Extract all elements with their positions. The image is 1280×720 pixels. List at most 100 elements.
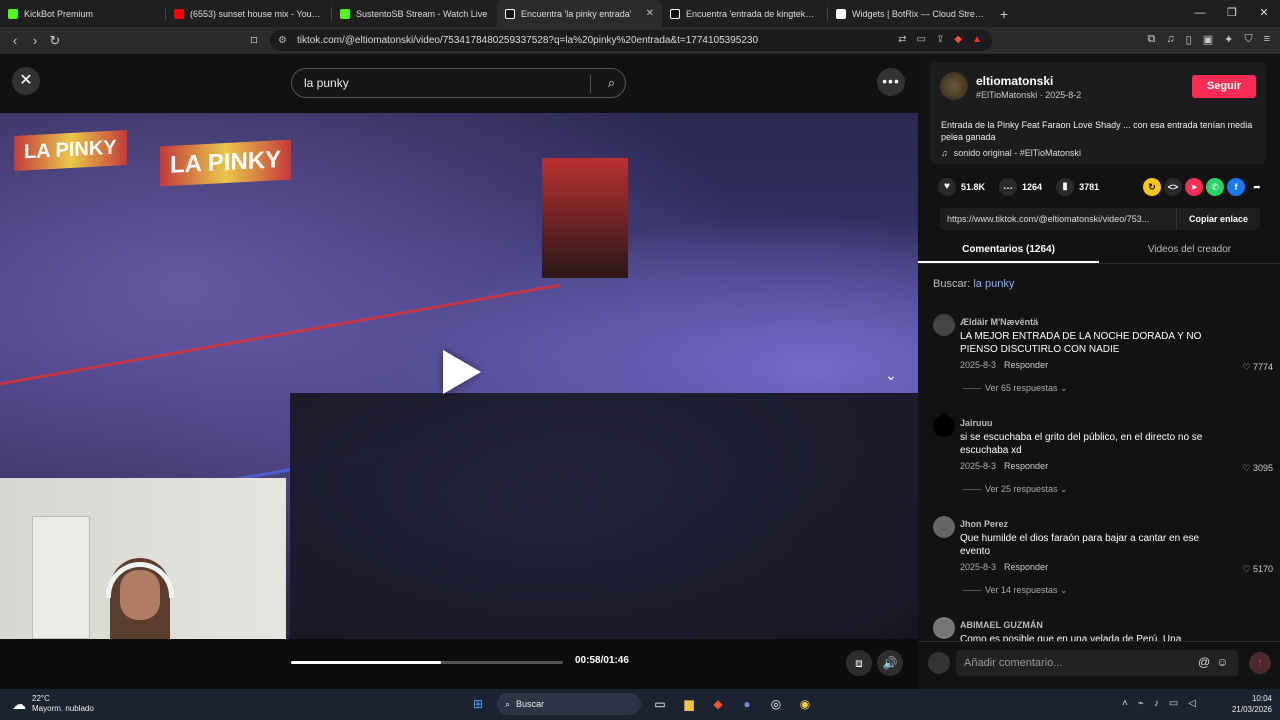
maximize-icon[interactable]: ❐ (1216, 0, 1248, 27)
reply-button[interactable]: Responder (1004, 562, 1048, 572)
tiktok-icon (670, 8, 680, 19)
taskbar-search[interactable]: ⌕ Buscar (497, 693, 641, 715)
author-name[interactable]: eltiomatonski (976, 74, 1053, 88)
media-icon[interactable]: ♫ (1166, 33, 1174, 46)
emoji-icon[interactable]: ☺ (1216, 655, 1228, 669)
view-replies-button[interactable]: Ver 14 respuestas ⌄ (985, 585, 1068, 596)
search-input[interactable]: la punky ⌕ (291, 68, 626, 98)
share-icon[interactable]: ➦ (1248, 178, 1266, 196)
task-view-icon[interactable]: ▭ (650, 694, 670, 714)
progress-bar[interactable] (291, 661, 563, 664)
send-friend-icon[interactable]: ➤ (1185, 178, 1203, 196)
translate-icon[interactable]: ⇄ (898, 34, 906, 45)
browser-tab-active[interactable]: Encuentra 'la pinky entrada' ✕ (497, 0, 662, 27)
forward-icon[interactable]: › (25, 33, 45, 48)
avatar[interactable] (933, 617, 955, 639)
avatar[interactable] (933, 415, 955, 437)
copy-link-button[interactable]: Copiar enlace (1175, 208, 1260, 230)
video-description: Entrada de la Pinky Feat Faraon Love Sha… (941, 120, 1253, 142)
facebook-icon[interactable]: f (1227, 178, 1245, 196)
details-panel: eltiomatonski #ElTioMatonski · 2025-8-2 … (918, 54, 1280, 689)
close-tab-icon[interactable]: ✕ (646, 8, 654, 19)
comment-like-button[interactable]: ♡ 5170 (1242, 564, 1273, 575)
mic-icon[interactable]: ♪ (1154, 698, 1159, 709)
volume-icon[interactable]: 🔊 (877, 650, 903, 676)
comment-like-button[interactable]: ♡ 3095 (1242, 463, 1273, 474)
author-meta: #ElTioMatonski · 2025-8-2 (976, 90, 1082, 100)
site-info-icon[interactable]: ⚙ (278, 35, 287, 46)
avatar[interactable] (933, 516, 955, 538)
browser-tab[interactable]: (6553) sunset house mix - YouTube (166, 0, 331, 27)
chevron-up-icon[interactable]: ˄ (1122, 698, 1128, 709)
embed-icon[interactable]: <> (1164, 178, 1182, 196)
browser-tab[interactable]: Widgets | BotRix — Cloud Streaming (828, 0, 993, 27)
comment-username[interactable]: ABIMAEL GUZMÁN (960, 620, 1043, 630)
minimize-icon[interactable]: — (1184, 0, 1216, 27)
save-button[interactable]: ▮ 3781 (1056, 178, 1099, 196)
reply-button[interactable]: Responder (1004, 360, 1048, 370)
share-page-icon[interactable]: ⇪ (936, 34, 944, 45)
search-icon[interactable]: ⌕ (608, 75, 615, 91)
mention-icon[interactable]: @ (1198, 655, 1210, 669)
comment-button[interactable]: … 1264 (999, 178, 1042, 196)
comment-username[interactable]: Jhon Perez (960, 519, 1008, 529)
send-comment-button[interactable]: ↑ (1249, 652, 1271, 674)
weather-widget[interactable]: ☁ 22°C Mayorm. nublado (12, 694, 94, 714)
play-icon[interactable] (443, 350, 481, 394)
screenshot-icon[interactable]: ▭ (917, 34, 926, 45)
share-icons: ↻ <> ➤ ✆ f ➦ (1143, 178, 1266, 196)
app-icon[interactable]: ◎ (766, 694, 786, 714)
like-button[interactable]: ♥ 51.8K (938, 178, 985, 196)
view-replies-button[interactable]: Ver 25 respuestas ⌄ (985, 484, 1068, 495)
more-options-button[interactable]: ••• (877, 68, 905, 96)
avatar[interactable] (933, 314, 955, 336)
view-replies-button[interactable]: Ver 65 respuestas ⌄ (985, 383, 1068, 394)
pip-icon[interactable]: ⧈ (846, 650, 872, 676)
comment-input[interactable] (956, 650, 1238, 676)
start-icon[interactable]: ⊞ (468, 694, 488, 714)
display-icon[interactable]: ▭ (1169, 698, 1178, 709)
menu-icon[interactable]: ≡ (1264, 33, 1270, 46)
leo-icon[interactable]: ✦ (1224, 33, 1233, 46)
reply-button[interactable]: Responder (1004, 461, 1048, 471)
browser-tab[interactable]: Encuentra 'entrada de kingteka' en T (662, 0, 827, 27)
speaker-icon[interactable]: ◁ (1188, 698, 1196, 709)
copy-link-row: https://www.tiktok.com/@eltiomatonski/vi… (940, 208, 1260, 230)
avatar[interactable] (940, 72, 968, 100)
vpn-icon[interactable]: ⛉ (1244, 33, 1252, 46)
network-icon[interactable]: ⌁ (1138, 698, 1144, 709)
extensions-icon[interactable]: ⧉ (1148, 33, 1156, 46)
brave-icon[interactable]: ◆ (708, 694, 728, 714)
browser-tab[interactable]: KickBot Premium (0, 0, 165, 27)
comment-like-button[interactable]: ♡ 7774 (1242, 362, 1273, 373)
repost-icon[interactable]: ↻ (1143, 178, 1161, 196)
comment-item: ABIMAEL GUZMÁN Como es posible que en un… (933, 613, 1273, 643)
back-icon[interactable]: ‹ (5, 33, 25, 48)
comment-username[interactable]: Jairuuu (960, 418, 993, 428)
tab-creator-videos[interactable]: Videos del creador (1099, 238, 1280, 263)
sidebar-icon[interactable]: ▯ (1186, 33, 1192, 46)
brave-rewards-icon[interactable]: ▲ (972, 34, 982, 45)
windows-taskbar: ☁ 22°C Mayorm. nublado ⊞ ⌕ Buscar ▭ ▆ ◆ ● … (0, 689, 1280, 720)
close-window-icon[interactable]: ✕ (1248, 0, 1280, 27)
browser-tab-strip: KickBot Premium (6553) sunset house mix … (0, 0, 1280, 27)
follow-button[interactable]: Seguir (1192, 75, 1256, 98)
file-explorer-icon[interactable]: ▆ (679, 694, 699, 714)
discord-icon[interactable]: ● (737, 694, 757, 714)
address-bar[interactable]: ⚙ tiktok.com/@eltiomatonski/video/753417… (270, 30, 992, 51)
sound-link[interactable]: ♫ sonido original - #ElTioMatonski (941, 148, 1081, 158)
app-icon[interactable]: ◉ (795, 694, 815, 714)
close-video-button[interactable]: ✕ (12, 67, 40, 95)
whatsapp-icon[interactable]: ✆ (1206, 178, 1224, 196)
bookmark-icon[interactable]: ⌑ (244, 33, 264, 49)
wallet-icon[interactable]: ▣ (1203, 33, 1213, 46)
brave-shield-icon[interactable]: ◆ (954, 34, 962, 45)
new-tab-button[interactable]: + (993, 6, 1015, 22)
clock[interactable]: 10:04 21/03/2026 (1222, 693, 1272, 715)
chevron-down-icon[interactable]: ⌄ (877, 361, 905, 389)
search-term-link[interactable]: la punky (973, 278, 1014, 290)
tab-comments[interactable]: Comentarios (1264) (918, 238, 1099, 263)
reload-icon[interactable]: ↻ (45, 33, 65, 49)
browser-tab[interactable]: SustentoSB Stream - Watch Live (332, 0, 497, 27)
comment-username[interactable]: Ældäir M'Nævëntä (960, 317, 1038, 327)
